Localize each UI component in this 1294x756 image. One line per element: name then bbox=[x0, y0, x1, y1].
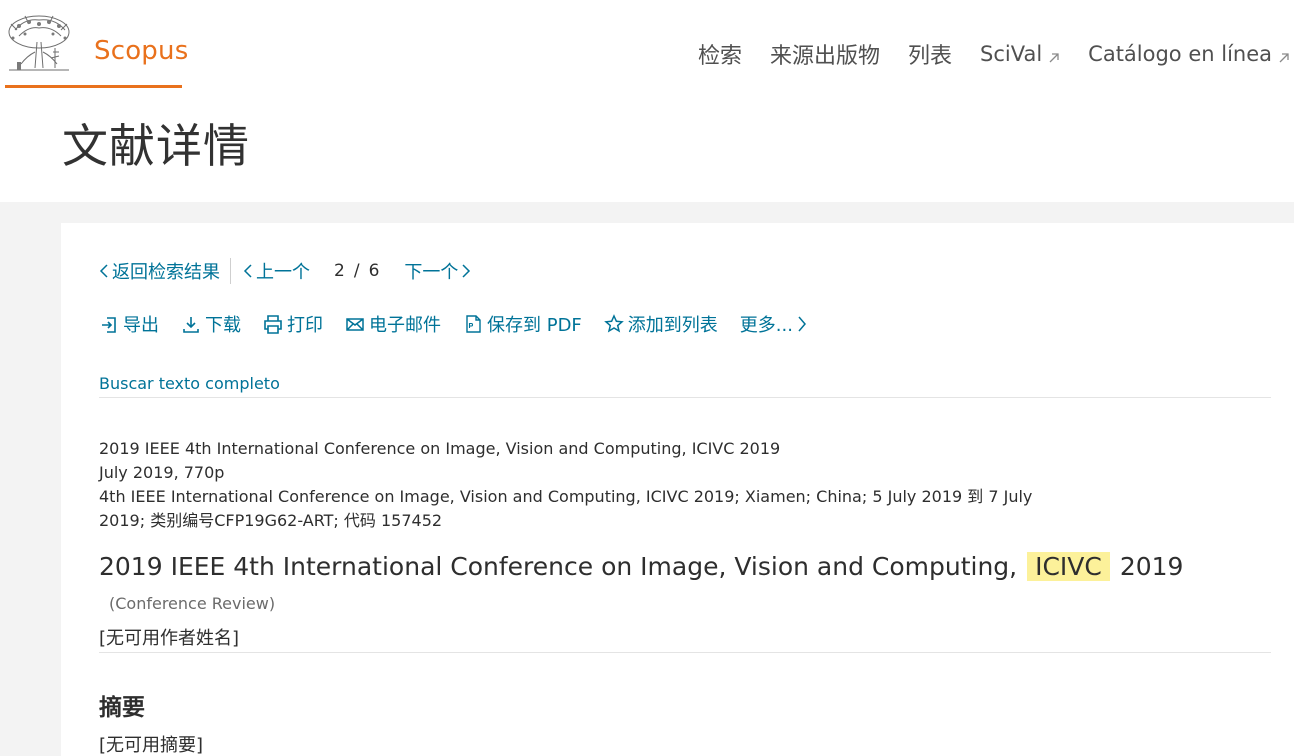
pager-total: 6 bbox=[368, 261, 381, 281]
export-label: 导出 bbox=[123, 315, 159, 336]
download-button[interactable]: 下载 bbox=[181, 311, 241, 337]
star-icon bbox=[603, 314, 624, 333]
top-navigation: 检索 来源出版物 列表 SciVal Catálogo en línea bbox=[698, 36, 1290, 72]
site-header: Scopus 检索 来源出版物 列表 SciVal Catálogo en lí… bbox=[0, 0, 1294, 90]
logo-wordmark: Scopus bbox=[94, 36, 189, 66]
pager-position: 2/6 bbox=[334, 261, 381, 281]
nav-sources-label: 来源出版物 bbox=[769, 44, 880, 69]
divider bbox=[99, 397, 1271, 398]
more-label: 更多... bbox=[739, 315, 793, 336]
chevron-left-icon bbox=[99, 264, 108, 278]
search-term-highlight: ICIVC bbox=[1027, 552, 1110, 581]
meta-conference-info: 4th IEEE International Conference on Ima… bbox=[99, 487, 1033, 530]
pager-current: 2 bbox=[334, 261, 346, 281]
title-band: 文献详情 bbox=[0, 90, 1294, 202]
active-tab-underline bbox=[5, 85, 182, 88]
print-button[interactable]: 打印 bbox=[263, 311, 323, 337]
meta-source-title: 2019 IEEE 4th International Conference o… bbox=[99, 439, 781, 458]
pdf-icon bbox=[466, 315, 481, 333]
nav-lists[interactable]: 列表 bbox=[908, 38, 952, 70]
nav-search[interactable]: 检索 bbox=[698, 38, 742, 70]
download-label: 下载 bbox=[205, 315, 241, 336]
divider bbox=[230, 258, 231, 284]
external-link-icon bbox=[1049, 53, 1059, 63]
next-label: 下一个 bbox=[404, 262, 459, 283]
previous-label: 上一个 bbox=[256, 262, 310, 283]
scopus-logo[interactable]: Scopus bbox=[5, 12, 188, 88]
full-text-link[interactable]: Buscar texto completo bbox=[99, 374, 280, 393]
export-button[interactable]: 导出 bbox=[99, 311, 159, 337]
download-icon bbox=[183, 317, 199, 333]
nav-sources[interactable]: 来源出版物 bbox=[770, 38, 880, 70]
save-pdf-button[interactable]: 保存到 PDF bbox=[463, 311, 582, 337]
email-button[interactable]: 电子邮件 bbox=[345, 311, 441, 337]
abstract-body: [无可用摘要] bbox=[99, 735, 204, 756]
document-title: 2019 IEEE 4th International Conference o… bbox=[99, 550, 1249, 621]
document-card: 返回检索结果 上一个 2/6 下一个 导出 下载 打印 电子邮件 保存到 PDF… bbox=[61, 223, 1294, 756]
envelope-icon bbox=[346, 318, 364, 331]
email-label: 电子邮件 bbox=[369, 315, 441, 336]
chevron-right-icon bbox=[462, 264, 471, 278]
chevron-left-icon bbox=[243, 264, 252, 278]
result-navigation: 返回检索结果 上一个 2/6 下一个 bbox=[99, 257, 471, 285]
document-title-year: 2019 bbox=[1119, 552, 1184, 581]
source-metadata: 2019 IEEE 4th International Conference o… bbox=[99, 437, 1039, 533]
save-pdf-label: 保存到 PDF bbox=[487, 315, 582, 336]
meta-date-pages: July 2019, 770p bbox=[99, 463, 225, 482]
authors: [无可用作者姓名] bbox=[99, 628, 240, 649]
abstract-heading: 摘要 bbox=[99, 695, 145, 721]
document-type: (Conference Review) bbox=[109, 594, 276, 613]
page-title: 文献详情 bbox=[62, 119, 250, 173]
content-canvas: 返回检索结果 上一个 2/6 下一个 导出 下载 打印 电子邮件 保存到 PDF… bbox=[0, 202, 1294, 756]
export-icon bbox=[102, 317, 116, 333]
back-to-results-link[interactable]: 返回检索结果 bbox=[99, 258, 220, 284]
nav-search-label: 检索 bbox=[697, 44, 742, 69]
nav-scival[interactable]: SciVal bbox=[980, 42, 1060, 66]
divider bbox=[99, 652, 1271, 653]
document-title-text: 2019 IEEE 4th International Conference o… bbox=[99, 552, 1018, 581]
nav-catalog-label: Catálogo en línea bbox=[1088, 42, 1272, 66]
more-button[interactable]: 更多... bbox=[740, 311, 807, 337]
nav-lists-label: 列表 bbox=[907, 44, 952, 69]
back-to-results-label: 返回检索结果 bbox=[112, 262, 220, 283]
add-to-list-button[interactable]: 添加到列表 bbox=[603, 311, 718, 337]
nav-scival-label: SciVal bbox=[980, 42, 1043, 66]
elsevier-tree-icon bbox=[8, 15, 70, 71]
add-to-list-label: 添加到列表 bbox=[627, 315, 718, 336]
document-actions: 导出 下载 打印 电子邮件 保存到 PDF 添加到列表 更多... bbox=[99, 309, 807, 339]
nav-catalog[interactable]: Catálogo en línea bbox=[1088, 42, 1290, 66]
print-label: 打印 bbox=[287, 315, 323, 336]
external-link-icon bbox=[1279, 53, 1289, 63]
printer-icon bbox=[264, 315, 282, 334]
previous-link[interactable]: 上一个 bbox=[243, 258, 310, 284]
chevron-right-icon bbox=[798, 316, 806, 332]
next-link[interactable]: 下一个 bbox=[404, 258, 471, 284]
